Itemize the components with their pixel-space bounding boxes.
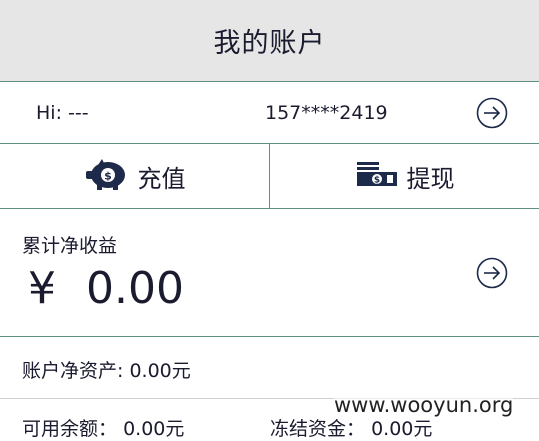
recharge-button[interactable]: $ 充值 — [0, 144, 269, 208]
frozen-label: 冻结资金： — [270, 418, 366, 440]
page-title: 我的账户 — [213, 28, 326, 59]
phone-number: 157****2419 — [265, 102, 388, 124]
svg-text:$: $ — [104, 170, 112, 183]
withdraw-label: 提现 — [406, 164, 455, 193]
earnings-amount: ¥0.00 — [28, 263, 184, 314]
piggy-bank-icon: $ — [84, 157, 130, 195]
svg-text:$: $ — [373, 176, 379, 186]
chevron-right-circle-icon[interactable] — [476, 97, 508, 129]
app-header: 我的账户 — [0, 0, 539, 82]
recharge-label: 充值 — [137, 164, 186, 193]
earnings-row[interactable]: 累计净收益 ¥0.00 — [0, 209, 539, 337]
currency-symbol: ¥ — [28, 263, 56, 314]
greeting-text: Hi: --- — [36, 102, 89, 124]
earnings-value: 0.00 — [86, 263, 184, 314]
chevron-right-circle-icon[interactable] — [476, 257, 508, 289]
action-row: $ 充值 $ 提现 — [0, 144, 539, 209]
frozen-funds: 冻结资金： 0.00元 — [270, 414, 432, 441]
watermark-text: www.wooyun.org — [334, 393, 514, 417]
available-balance: 可用余额： 0.00元 — [22, 414, 184, 441]
available-value: 0.00元 — [123, 418, 185, 440]
net-assets-row: 账户净资产: 0.00元 — [0, 337, 539, 399]
earnings-label: 累计净收益 — [22, 235, 118, 257]
available-label: 可用余额： — [22, 418, 118, 440]
net-assets-text: 账户净资产: 0.00元 — [22, 360, 191, 382]
withdraw-button[interactable]: $ 提现 — [269, 144, 539, 208]
cash-icon: $ — [355, 160, 399, 192]
frozen-value: 0.00元 — [371, 418, 433, 440]
user-info-row[interactable]: Hi: --- 157****2419 — [0, 82, 539, 144]
